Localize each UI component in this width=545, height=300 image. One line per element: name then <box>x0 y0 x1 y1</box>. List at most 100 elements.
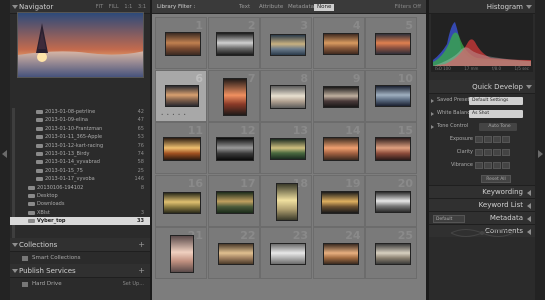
thumbnail-cell[interactable]: 13 <box>260 122 312 174</box>
folder-item[interactable]: 2013-01-13_Birdy 74 <box>10 150 150 158</box>
folder-item[interactable]: Vyber_top 33 <box>10 217 150 226</box>
auto-tone-button[interactable]: Auto Tone <box>479 123 517 131</box>
vibrance-plus-button[interactable] <box>502 162 510 169</box>
thumbnail-cell[interactable]: 2 <box>207 17 260 69</box>
thumbnail-cell[interactable]: 22 <box>207 227 260 279</box>
thumbnail-cell[interactable]: 12 <box>207 122 260 174</box>
thumbnail-image[interactable] <box>270 34 306 56</box>
folder-item[interactable]: 2013-01-17_vyvoba 146 <box>10 175 150 183</box>
folder-item[interactable]: XBlst 3 <box>10 209 150 217</box>
folder-item[interactable]: 20130106-194102 8 <box>10 184 150 192</box>
thumbnail-cell[interactable]: 1 <box>155 17 207 69</box>
thumbnail-cell[interactable]: 7 <box>207 69 260 122</box>
thumbnail-cell[interactable]: 4 <box>312 17 365 69</box>
exposure-plus-button[interactable] <box>502 136 510 143</box>
left-panel-toggle[interactable] <box>0 0 10 300</box>
rating-dots[interactable]: • • • • • <box>161 112 187 117</box>
thumbnail-cell[interactable]: 20 <box>365 174 417 227</box>
exposure-minus-button[interactable] <box>475 136 483 143</box>
clarity-minus-button[interactable] <box>475 149 483 156</box>
thumbnail-cell[interactable]: 6 • • • • • <box>155 69 207 122</box>
thumbnail-cell[interactable]: 16 <box>155 174 207 227</box>
thumbnail-image[interactable] <box>215 190 254 214</box>
thumbnail-image[interactable] <box>320 190 359 214</box>
thumbnail-image[interactable] <box>322 243 359 265</box>
thumbnail-cell[interactable]: 5 <box>365 17 417 69</box>
exposure-minus-small-button[interactable] <box>484 136 492 143</box>
clarity-plus-small-button[interactable] <box>493 149 501 156</box>
thumbnail-cell[interactable]: 15 <box>365 122 417 174</box>
quick-develop-header[interactable]: Quick Develop <box>429 80 535 94</box>
histogram-header[interactable]: Histogram <box>429 0 535 14</box>
metadata-preset-dropdown[interactable]: Default <box>433 215 465 223</box>
folder-item[interactable]: 2013-01-14_vyvabrad 58 <box>10 158 150 166</box>
filters-off-dropdown[interactable]: Filters Off <box>395 0 421 14</box>
folder-item[interactable]: 2013-01-10-Frantzman 65 <box>10 125 150 133</box>
thumbnail-image[interactable] <box>322 85 359 108</box>
exposure-buttons[interactable] <box>475 136 510 143</box>
navigator-preview-image[interactable] <box>17 12 144 78</box>
thumbnail-image[interactable] <box>165 84 199 107</box>
thumbnail-image[interactable] <box>215 32 254 56</box>
filter-attribute[interactable]: Attribute <box>256 4 286 11</box>
vibrance-minus-button[interactable] <box>475 162 483 169</box>
smart-collections-item[interactable]: Smart Collections <box>10 252 150 264</box>
thumbnail-image[interactable] <box>270 138 306 160</box>
zoom-fill[interactable]: FILL <box>109 4 119 10</box>
add-collection-icon[interactable]: + <box>138 238 145 252</box>
thumbnail-image[interactable] <box>375 137 411 161</box>
thumbnail-image[interactable] <box>276 182 298 221</box>
saved-preset-dropdown[interactable]: Default Settings <box>469 97 523 105</box>
thumbnail-cell[interactable]: 23 <box>260 227 312 279</box>
publish-services-header[interactable]: Publish Services + <box>10 264 150 278</box>
hard-drive-service[interactable]: Hard Drive Set Up... <box>10 278 150 290</box>
folder-item[interactable]: Desktop <box>10 192 150 200</box>
filter-none[interactable]: None <box>314 4 335 11</box>
clarity-minus-small-button[interactable] <box>484 149 492 156</box>
vibrance-minus-small-button[interactable] <box>484 162 492 169</box>
thumbnail-cell[interactable]: 25 <box>365 227 417 279</box>
folder-item[interactable]: 2013-01-11_365-Apple 53 <box>10 133 150 141</box>
thumbnail-cell[interactable]: 8 <box>260 69 312 122</box>
exposure-plus-small-button[interactable] <box>493 136 501 143</box>
thumbnail-cell[interactable]: 21 <box>155 227 207 279</box>
right-panel-toggle[interactable] <box>535 0 545 300</box>
folder-item[interactable]: 2013-01-15_75 25 <box>10 167 150 175</box>
folder-item[interactable]: 2013-01-09-elina 47 <box>10 116 150 124</box>
zoom-3-1[interactable]: 3:1 <box>138 4 146 10</box>
collections-header[interactable]: Collections + <box>10 238 150 252</box>
thumbnail-image[interactable] <box>375 33 411 55</box>
thumbnail-cell[interactable]: 18 <box>260 174 312 227</box>
filter-metadata[interactable]: Metadata <box>285 4 317 11</box>
filter-text[interactable]: Text <box>236 4 253 11</box>
thumbnail-cell[interactable]: 24 <box>312 227 365 279</box>
folder-item[interactable]: Downloads <box>10 200 150 208</box>
vibrance-buttons[interactable] <box>475 162 510 169</box>
thumbnail-image[interactable] <box>222 77 247 116</box>
setup-link[interactable]: Set Up... <box>123 278 144 290</box>
thumbnail-image[interactable] <box>322 137 359 161</box>
thumbnail-image[interactable] <box>375 84 411 107</box>
thumbnail-cell[interactable]: 14 <box>312 122 365 174</box>
metadata-header[interactable]: Default Metadata <box>429 211 535 224</box>
zoom-fit[interactable]: FIT <box>96 4 103 10</box>
thumbnail-image[interactable] <box>322 33 359 55</box>
keyword-list-header[interactable]: Keyword List <box>429 198 535 211</box>
thumbnail-image[interactable] <box>215 137 254 161</box>
thumbnail-cell[interactable]: 9 <box>312 69 365 122</box>
thumbnail-cell[interactable]: 11 <box>155 122 207 174</box>
add-publish-icon[interactable]: + <box>138 264 145 278</box>
thumbnail-cell[interactable]: 19 <box>312 174 365 227</box>
thumbnail-image[interactable] <box>375 243 411 265</box>
thumbnail-cell[interactable]: 3 <box>260 17 312 69</box>
clarity-buttons[interactable] <box>475 149 510 156</box>
white-balance-dropdown[interactable]: As Shot <box>469 110 523 118</box>
thumbnail-image[interactable] <box>165 32 201 56</box>
thumbnail-cell[interactable]: 10 <box>365 69 417 122</box>
thumbnail-image[interactable] <box>375 190 411 213</box>
thumbnail-image[interactable] <box>163 137 201 161</box>
thumbnail-image[interactable] <box>217 243 254 265</box>
thumbnail-image[interactable] <box>270 84 306 109</box>
thumbnail-image[interactable] <box>270 243 306 265</box>
zoom-1-1[interactable]: 1:1 <box>124 4 132 10</box>
